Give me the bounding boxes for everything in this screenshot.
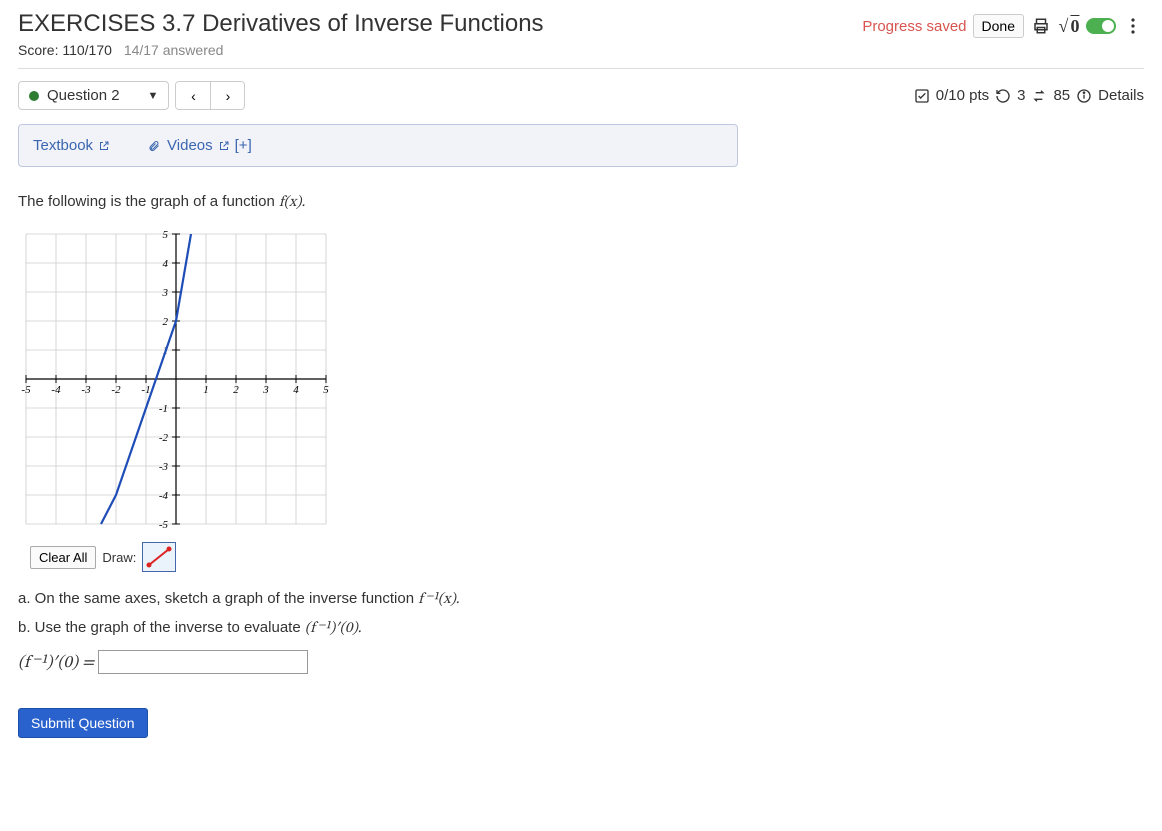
attempts-left: 3: [1017, 87, 1025, 104]
print-icon[interactable]: [1030, 15, 1052, 37]
done-button[interactable]: Done: [973, 14, 1024, 38]
kebab-menu-icon[interactable]: [1122, 15, 1144, 37]
svg-text:2: 2: [163, 316, 169, 328]
svg-text:-3: -3: [159, 461, 169, 473]
part-a-fn: f ⁻¹(x).: [418, 592, 459, 607]
intro-text: The following is the graph of a function: [18, 193, 279, 210]
resources-bar: Textbook Videos [+]: [18, 124, 738, 167]
svg-text:-1: -1: [141, 384, 150, 396]
videos-more: [+]: [235, 137, 252, 154]
next-question-button[interactable]: ›: [210, 82, 244, 109]
graph-canvas[interactable]: -5-4-3-2-112345-5-4-3-2-112345: [18, 226, 334, 532]
svg-text:-4: -4: [51, 384, 61, 396]
part-a: a. On the same axes, sketch a graph of t…: [18, 590, 738, 609]
answered-count: 14/17 answered: [124, 42, 224, 58]
svg-text:-4: -4: [159, 490, 169, 502]
svg-text:-1: -1: [159, 403, 168, 415]
submit-button[interactable]: Submit Question: [18, 708, 148, 738]
svg-text:-3: -3: [81, 384, 91, 396]
external-link-icon: [218, 140, 230, 152]
page-title: EXERCISES 3.7 Derivatives of Inverse Fun…: [18, 10, 544, 38]
progress-saved-label: Progress saved: [862, 18, 966, 35]
status-dot-icon: [29, 91, 39, 101]
svg-text:-5: -5: [159, 519, 169, 531]
svg-text:3: 3: [262, 384, 269, 396]
checkbox-icon: [914, 88, 930, 104]
points-label: 0/10 pts: [936, 87, 989, 104]
question-number-label: Question 2: [47, 87, 120, 104]
answer-lhs: (f ⁻¹)′(0) =: [18, 655, 94, 672]
videos-label: Videos: [167, 137, 213, 154]
svg-text:-5: -5: [21, 384, 31, 396]
part-b-text: b. Use the graph of the inverse to evalu…: [18, 619, 305, 636]
clear-all-button[interactable]: Clear All: [30, 546, 96, 569]
svg-text:-2: -2: [159, 432, 169, 444]
caret-down-icon: ▼: [148, 90, 159, 102]
svg-text:4: 4: [163, 258, 169, 270]
question-selector[interactable]: Question 2 ▼: [18, 81, 169, 110]
svg-text:2: 2: [233, 384, 239, 396]
svg-text:5: 5: [323, 384, 329, 396]
swap-icon: [1031, 88, 1047, 104]
retry-icon: [995, 88, 1011, 104]
attempts-total: 85: [1053, 87, 1070, 104]
svg-text:1: 1: [203, 384, 209, 396]
svg-text:4: 4: [293, 384, 299, 396]
paperclip-icon: [146, 140, 162, 152]
prev-question-button[interactable]: ‹: [176, 82, 210, 109]
svg-text:3: 3: [162, 287, 169, 299]
svg-text:5: 5: [163, 229, 169, 241]
draw-label: Draw:: [102, 550, 136, 565]
math-palette-icon[interactable]: √0: [1058, 15, 1080, 37]
textbook-label: Textbook: [33, 137, 93, 154]
intro-fn: f(x).: [279, 195, 305, 210]
score-value: Score: 110/170: [18, 42, 112, 58]
draw-line-tool[interactable]: [142, 542, 176, 572]
part-b: b. Use the graph of the inverse to evalu…: [18, 619, 738, 638]
videos-link[interactable]: Videos [+]: [146, 137, 252, 154]
details-link[interactable]: Details: [1098, 87, 1144, 104]
answer-input[interactable]: [98, 650, 308, 674]
prompt-intro: The following is the graph of a function…: [18, 193, 738, 212]
math-toggle[interactable]: [1086, 18, 1116, 34]
svg-text:-2: -2: [111, 384, 121, 396]
external-link-icon: [98, 140, 110, 152]
divider: [18, 68, 1144, 69]
textbook-link[interactable]: Textbook: [33, 137, 110, 154]
part-b-fn: (f ⁻¹)′(0).: [305, 621, 362, 636]
info-icon: [1076, 88, 1092, 104]
part-a-text: a. On the same axes, sketch a graph of t…: [18, 590, 418, 607]
score-line: Score: 110/170 14/17 answered: [18, 42, 544, 58]
